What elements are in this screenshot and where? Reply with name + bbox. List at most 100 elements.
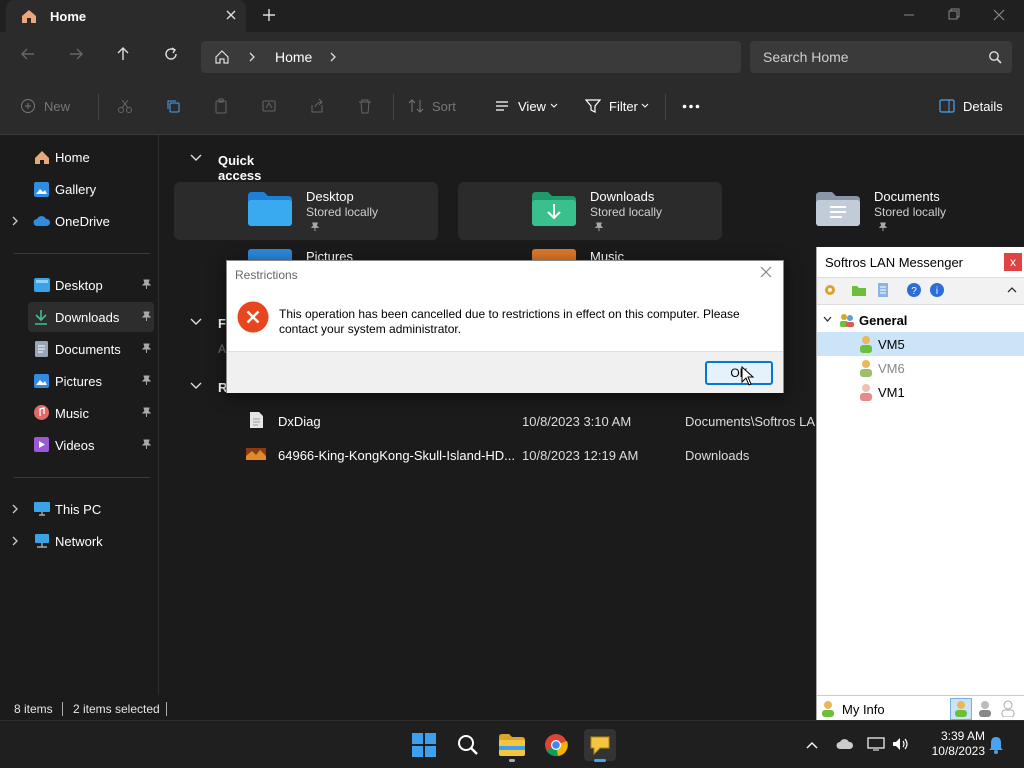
messenger-footer: My Info xyxy=(817,695,1024,721)
group-general[interactable]: General xyxy=(817,308,1024,332)
card-title: Desktop xyxy=(306,189,354,204)
back-icon[interactable] xyxy=(20,46,36,62)
sidebar-item-videos[interactable]: Videos xyxy=(0,430,158,460)
sidebar-item-label: This PC xyxy=(55,502,102,517)
sidebar-item-desktop[interactable]: Desktop xyxy=(0,270,158,300)
chrome-icon[interactable] xyxy=(540,729,572,761)
file-name: 64966-King-KongKong-Skull-Island-HD... xyxy=(278,448,516,463)
error-icon xyxy=(237,301,269,333)
paste-icon[interactable] xyxy=(213,98,229,114)
quick-access-documents[interactable]: Documents Stored locally xyxy=(742,182,1006,240)
sidebar-item-label: Pictures xyxy=(55,374,102,389)
search-icon[interactable] xyxy=(452,729,484,761)
toolbar-divider xyxy=(665,94,666,120)
user-vm5[interactable]: VM5 xyxy=(817,332,1024,356)
group-icon xyxy=(840,314,854,327)
network-tray-icon[interactable] xyxy=(867,737,885,751)
new-tab-button[interactable] xyxy=(262,8,276,22)
status-available-button[interactable] xyxy=(950,698,972,720)
refresh-icon[interactable] xyxy=(163,46,179,62)
share-icon[interactable] xyxy=(309,98,325,114)
folder-icon[interactable] xyxy=(851,282,867,298)
collapse-icon[interactable] xyxy=(1007,286,1017,293)
file-location: Downloads xyxy=(685,448,750,463)
status-divider xyxy=(62,702,63,716)
clock[interactable]: 3:39 AM 10/8/2023 xyxy=(915,729,985,759)
sidebar-item-pictures[interactable]: Pictures xyxy=(0,366,158,396)
user-name: VM6 xyxy=(878,361,905,376)
history-icon[interactable] xyxy=(875,282,891,298)
restore-icon[interactable] xyxy=(946,8,960,22)
breadcrumb-home[interactable]: Home xyxy=(275,49,312,65)
search-input[interactable]: Search Home xyxy=(750,41,1012,73)
quick-access-desktop[interactable]: Desktop Stored locally xyxy=(174,182,438,240)
info-icon[interactable]: i xyxy=(929,282,945,298)
more-options-icon[interactable] xyxy=(682,104,700,109)
user-name: VM1 xyxy=(878,385,905,400)
card-subtitle: Stored locally xyxy=(874,205,947,219)
sidebar-item-onedrive[interactable]: OneDrive xyxy=(0,206,158,236)
sidebar-item-music[interactable]: Music xyxy=(0,398,158,428)
sidebar-item-documents[interactable]: Documents xyxy=(0,334,158,364)
sidebar-item-gallery[interactable]: Gallery xyxy=(0,174,158,204)
sidebar-item-label: Home xyxy=(55,150,90,165)
search-icon xyxy=(988,50,1002,64)
close-window-icon[interactable] xyxy=(992,8,1006,22)
my-info-icon xyxy=(822,701,834,717)
ok-button[interactable]: OK xyxy=(705,361,773,385)
user-away-icon xyxy=(860,360,872,377)
home-icon xyxy=(214,49,230,65)
quick-access-downloads[interactable]: Downloads Stored locally xyxy=(458,182,722,240)
help-icon[interactable]: ? xyxy=(906,282,922,298)
sidebar-item-label: Music xyxy=(55,406,89,421)
sidebar-item-home[interactable]: Home xyxy=(0,142,158,172)
sidebar-item-label: Documents xyxy=(55,342,121,357)
chevron-right-icon[interactable] xyxy=(328,51,338,63)
sidebar-item-downloads[interactable]: Downloads xyxy=(28,302,154,332)
card-subtitle: Stored locally xyxy=(590,205,663,219)
view-label: View xyxy=(518,99,546,114)
file-date: 10/8/2023 3:10 AM xyxy=(522,414,632,429)
settings-icon[interactable] xyxy=(822,282,838,298)
minimize-icon[interactable] xyxy=(902,8,916,22)
show-hidden-icons[interactable] xyxy=(806,741,818,749)
messenger-close-button[interactable]: x xyxy=(1004,253,1022,271)
home-icon xyxy=(20,8,38,24)
copy-icon[interactable] xyxy=(165,98,181,114)
filter-label: Filter xyxy=(609,99,638,114)
sidebar-item-network[interactable]: Network xyxy=(0,526,158,556)
dialog-close-icon[interactable] xyxy=(760,266,772,278)
sidebar-item-this-pc[interactable]: This PC xyxy=(0,494,158,524)
table-row[interactable]: 64966-King-KongKong-Skull-Island-HD... 1… xyxy=(240,441,816,469)
delete-icon[interactable] xyxy=(357,98,373,114)
sidebar-item-label: OneDrive xyxy=(55,214,110,229)
start-button[interactable] xyxy=(408,729,440,761)
favorites-title[interactable]: F xyxy=(218,316,226,331)
user-vm1[interactable]: VM1 xyxy=(817,380,1024,404)
volume-icon[interactable] xyxy=(892,737,910,751)
address-bar[interactable]: Home xyxy=(201,41,741,73)
up-icon[interactable] xyxy=(115,46,131,62)
tab-home[interactable]: Home xyxy=(6,0,246,32)
user-vm6[interactable]: VM6 xyxy=(817,356,1024,380)
forward-icon[interactable] xyxy=(68,46,84,62)
rename-icon[interactable] xyxy=(261,98,277,114)
lan-messenger-taskbar-icon[interactable] xyxy=(584,729,616,762)
close-tab-icon[interactable] xyxy=(224,8,238,22)
onedrive-tray-icon[interactable] xyxy=(836,737,854,751)
sidebar-item-label: Videos xyxy=(55,438,95,453)
messenger-toolbar: ? i xyxy=(817,277,1024,305)
quick-access-title[interactable]: Quick access xyxy=(218,153,261,183)
status-offline-icon[interactable] xyxy=(1001,700,1015,717)
table-row[interactable]: DxDiag 10/8/2023 3:10 AM Documents\Softr… xyxy=(240,407,835,435)
sidebar-divider xyxy=(14,477,150,478)
toolbar-divider xyxy=(393,94,394,120)
user-name: VM5 xyxy=(878,337,905,352)
item-count: 8 items xyxy=(14,702,53,716)
favorites-empty-text: A xyxy=(218,342,227,356)
navigation-pane: Home Gallery OneDrive Desktop Downloads … xyxy=(0,135,159,695)
status-away-icon[interactable] xyxy=(978,700,992,717)
file-explorer-icon[interactable] xyxy=(496,729,528,762)
cut-icon[interactable] xyxy=(117,98,133,114)
notification-bell-icon[interactable] xyxy=(988,736,1004,754)
